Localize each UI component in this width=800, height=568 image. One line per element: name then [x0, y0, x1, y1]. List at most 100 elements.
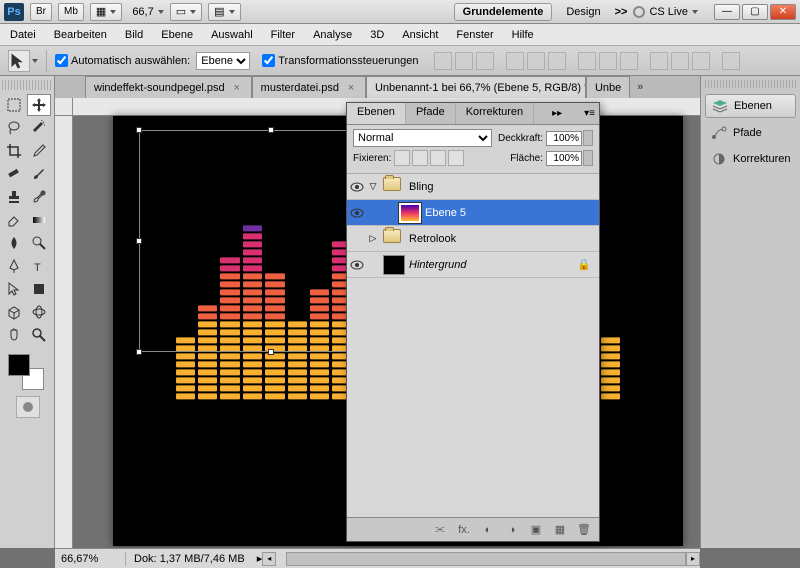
window-maximize[interactable]: ▢ — [742, 4, 768, 20]
crop-tool[interactable] — [2, 140, 26, 162]
pen-tool[interactable] — [2, 255, 26, 277]
distribute-3-icon[interactable] — [620, 52, 638, 70]
close-icon[interactable]: × — [231, 82, 243, 94]
auto-select-target[interactable]: Ebene — [196, 52, 250, 70]
tab-overflow[interactable]: » — [630, 76, 650, 98]
menu-auswahl[interactable]: Auswahl — [211, 29, 253, 41]
window-minimize[interactable]: — — [714, 4, 740, 20]
move-tool[interactable] — [27, 94, 51, 116]
expand-toggle[interactable]: ▽ — [367, 181, 379, 192]
visibility-toggle[interactable] — [347, 182, 367, 192]
menu-bild[interactable]: Bild — [125, 29, 143, 41]
opacity-flyout[interactable] — [583, 130, 593, 146]
blend-mode-select[interactable]: Normal — [353, 129, 492, 147]
menu-3d[interactable]: 3D — [370, 29, 384, 41]
handle-nw[interactable] — [136, 127, 142, 133]
menu-filter[interactable]: Filter — [271, 29, 295, 41]
ruler-origin[interactable] — [55, 98, 73, 116]
doc-tab-4[interactable]: Unbe — [586, 76, 630, 98]
workspace-grundelemente[interactable]: Grundelemente — [454, 3, 553, 21]
menu-bearbeiten[interactable]: Bearbeiten — [54, 29, 107, 41]
handle-sw[interactable] — [136, 349, 142, 355]
workspace-design[interactable]: Design — [558, 4, 608, 20]
lock-all-icon[interactable] — [448, 150, 464, 166]
menu-ansicht[interactable]: Ansicht — [402, 29, 438, 41]
distribute-6-icon[interactable] — [692, 52, 710, 70]
sidebar-grip[interactable] — [705, 80, 796, 88]
layer-group-retrolook[interactable]: ▷ Retrolook — [347, 226, 599, 252]
layer-group-bling[interactable]: ▽ Bling — [347, 174, 599, 200]
layer-fx-icon[interactable]: fx. — [455, 522, 473, 538]
type-tool[interactable]: T — [27, 255, 51, 277]
align-top-icon[interactable] — [434, 52, 452, 70]
distribute-4-icon[interactable] — [650, 52, 668, 70]
menu-ebene[interactable]: Ebene — [161, 29, 193, 41]
shape-tool[interactable] — [27, 278, 51, 300]
screen-mode-button[interactable]: ▭ — [170, 3, 202, 21]
distribute-2-icon[interactable] — [599, 52, 617, 70]
stamp-tool[interactable] — [2, 186, 26, 208]
align-hcenter-icon[interactable] — [527, 52, 545, 70]
tool-preset-dropdown[interactable] — [32, 59, 38, 63]
status-zoom[interactable]: 66,67% — [55, 553, 125, 565]
menu-fenster[interactable]: Fenster — [456, 29, 493, 41]
3d-tool[interactable] — [2, 301, 26, 323]
layer-name[interactable]: Bling — [409, 181, 599, 193]
panel-tab-korrekturen[interactable]: Korrekturen — [456, 103, 534, 124]
sidebar-item-korrekturen[interactable]: Korrekturen — [705, 148, 796, 170]
link-layers-icon[interactable]: ⫘ — [431, 522, 449, 538]
scroll-right-icon[interactable]: ▸ — [686, 552, 700, 566]
handle-s[interactable] — [268, 349, 274, 355]
menu-analyse[interactable]: Analyse — [313, 29, 352, 41]
marquee-tool[interactable] — [2, 94, 26, 116]
bridge-button[interactable]: Br — [30, 3, 52, 21]
distribute-5-icon[interactable] — [671, 52, 689, 70]
transform-controls-checkbox[interactable] — [262, 54, 275, 67]
handle-n[interactable] — [268, 127, 274, 133]
scrollbar-horizontal[interactable] — [286, 552, 686, 566]
quick-mask-button[interactable] — [16, 396, 40, 418]
minibridge-button[interactable]: Mb — [58, 3, 84, 21]
history-brush-tool[interactable] — [27, 186, 51, 208]
sidebar-item-pfade[interactable]: Pfade — [705, 122, 796, 144]
delete-layer-icon[interactable]: 🗑 — [575, 522, 593, 538]
healing-tool[interactable] — [2, 163, 26, 185]
foreground-color[interactable] — [8, 354, 30, 376]
lock-transparent-icon[interactable] — [394, 150, 410, 166]
panel-tab-ebenen[interactable]: Ebenen — [347, 103, 406, 124]
scroll-left-icon[interactable]: ◂ — [262, 552, 276, 566]
dodge-tool[interactable] — [27, 232, 51, 254]
gradient-tool[interactable] — [27, 209, 51, 231]
current-tool-icon[interactable] — [8, 50, 30, 72]
close-icon[interactable]: × — [345, 82, 357, 94]
cslive-button[interactable]: CS Live — [633, 6, 698, 18]
visibility-toggle[interactable] — [347, 260, 367, 270]
arrange-button[interactable]: ▤ — [208, 3, 240, 21]
layer-ebene-5[interactable]: Ebene 5 — [347, 200, 599, 226]
blur-tool[interactable] — [2, 232, 26, 254]
doc-tab-2[interactable]: musterdatei.psd× — [252, 76, 366, 98]
lasso-tool[interactable] — [2, 117, 26, 139]
fill-input[interactable] — [546, 151, 582, 166]
auto-select-checkbox[interactable] — [55, 54, 68, 67]
path-select-tool[interactable] — [2, 278, 26, 300]
status-doc-size[interactable]: Dok: 1,37 MB/7,46 MB — [126, 553, 253, 565]
align-bottom-icon[interactable] — [476, 52, 494, 70]
eraser-tool[interactable] — [2, 209, 26, 231]
auto-align-icon[interactable] — [722, 52, 740, 70]
new-layer-icon[interactable]: ▦ — [551, 522, 569, 538]
eyedropper-tool[interactable] — [27, 140, 51, 162]
layer-name[interactable]: Retrolook — [409, 233, 599, 245]
layer-mask-icon[interactable]: ◐ — [479, 522, 497, 538]
align-right-icon[interactable] — [548, 52, 566, 70]
layout-button[interactable]: ▦ — [90, 3, 122, 21]
menu-hilfe[interactable]: Hilfe — [512, 29, 534, 41]
layer-thumbnail[interactable] — [399, 203, 421, 223]
visibility-toggle[interactable] — [347, 208, 367, 218]
workspace-more[interactable]: >> — [615, 6, 628, 18]
panel-collapse-icon[interactable]: ▸▸ — [548, 103, 566, 124]
color-swatches[interactable] — [8, 354, 44, 390]
distribute-1-icon[interactable] — [578, 52, 596, 70]
app-icon[interactable]: Ps — [4, 3, 24, 21]
align-vcenter-icon[interactable] — [455, 52, 473, 70]
